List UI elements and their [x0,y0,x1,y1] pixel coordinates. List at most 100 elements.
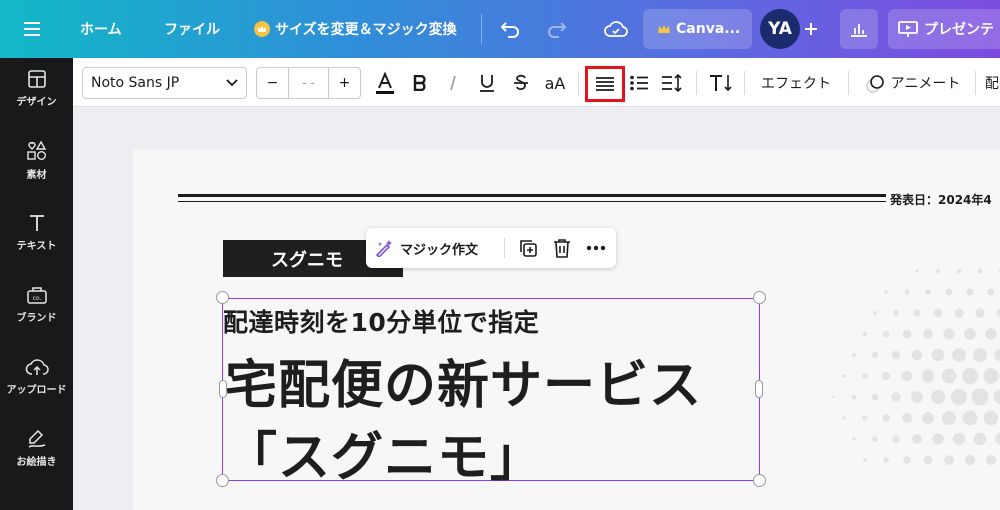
halftone-dot [964,454,976,466]
bold-button[interactable] [407,67,433,99]
increase-font-size-button[interactable]: + [328,68,360,98]
insights-button[interactable] [840,9,878,49]
font-size-stepper: − - - + [256,67,361,99]
underline-button[interactable] [474,67,500,99]
halftone-dot [902,329,912,339]
halftone-dot [971,388,989,406]
cloud-check-icon [604,21,628,37]
halftone-dot [983,368,999,384]
add-collaborator-button[interactable] [804,0,818,58]
present-button[interactable]: プレゼンテ [888,9,1000,49]
halftone-dot [933,308,943,318]
title-text-line-2: 「スグニモ」 [225,428,544,488]
halftone-dot [831,395,835,399]
resize-button[interactable]: サイズを変更＆マジック変換 [254,0,457,58]
halftone-dot [915,269,919,273]
halftone-dot [892,435,900,443]
italic-icon [450,75,456,91]
halftone-dot [872,436,878,442]
halftone-dot [842,416,846,420]
draw-icon [28,429,45,448]
sidebar-item-design[interactable]: デザイン [0,58,73,118]
halftone-dot [893,310,899,316]
strikethrough-button[interactable] [508,67,534,99]
halftone-dot [884,290,888,294]
spacing-button[interactable] [658,67,686,99]
design-icon [27,69,46,88]
canva-pro-button[interactable]: Canva... [643,9,752,49]
resize-handle-top-left[interactable] [216,291,229,304]
sidebar-item-draw[interactable]: お絵描き [0,418,73,478]
redo-button[interactable] [546,0,568,58]
divider [696,71,697,95]
font-family-dropdown[interactable]: Noto Sans JP [82,67,247,99]
header-rule [178,194,886,197]
selected-text-box[interactable]: 配達時刻を10分単位で指定 宅配便の新サービス 「スグニモ」 [222,298,760,488]
divider [481,14,482,44]
halftone-dot [903,456,911,464]
sidebar-item-brand[interactable]: co. ブランド [0,274,73,334]
halftone-dot [985,328,997,340]
resize-handle-bottom-right[interactable] [753,474,766,487]
avatar[interactable]: YA [760,9,800,49]
halftone-dot [975,308,985,318]
animate-button[interactable]: アニメート [860,67,965,99]
menu-button[interactable] [24,0,42,58]
halftone-dot [862,415,868,421]
list-button[interactable] [626,67,652,99]
divider [504,238,505,258]
more-options-button[interactable] [584,236,608,260]
sidebar-item-text[interactable]: テキスト [0,202,73,262]
halftone-dot [941,368,957,384]
duplicate-icon [520,240,537,257]
halftone-dot [932,433,944,445]
halftone-dot [961,367,979,385]
halftone-dot [852,437,856,441]
element-context-bar: マジック作文 [366,228,616,268]
divider [975,71,976,95]
halftone-dot [902,413,912,423]
halftone-dot [973,432,987,446]
halftone-dot [964,328,976,340]
upload-icon [25,358,49,375]
elements-icon [26,140,46,160]
font-size-input[interactable]: - - [289,76,328,90]
halftone-dot [986,455,996,465]
letter-case-button[interactable]: aA [540,67,570,99]
halftone-dot [987,288,995,296]
divider [744,71,745,95]
file-menu[interactable]: ファイル [164,0,220,58]
text-color-button[interactable] [371,67,399,99]
resize-handle-right[interactable] [755,380,763,398]
crown-icon [254,21,270,37]
halftone-dot [871,393,879,401]
delete-button[interactable] [550,236,574,260]
strikethrough-icon [514,74,528,90]
resize-handle-top-right[interactable] [753,291,766,304]
duplicate-button[interactable] [516,236,540,260]
text-align-button[interactable] [585,66,625,102]
magic-write-button[interactable]: マジック作文 [374,232,478,264]
effects-button[interactable]: エフェクト [756,67,836,99]
cloud-save-status[interactable] [604,0,628,58]
vertical-text-icon [710,75,732,92]
decrease-font-size-button[interactable]: − [257,68,289,98]
halftone-dot [863,458,867,462]
sidebar-item-elements[interactable]: 素材 [0,130,73,190]
home-menu[interactable]: ホーム [80,0,122,58]
magic-pen-icon [375,240,392,257]
position-button[interactable]: 配 [985,67,1000,99]
italic-button[interactable] [440,67,466,99]
halftone-dot [950,388,968,406]
resize-handle-bottom-left[interactable] [216,474,229,487]
halftone-dot [935,268,941,274]
design-page[interactable]: 発表日：2024年4 スグニモ 配達時刻を10分単位で指定 宅配便の新サービス … [133,150,1000,510]
resize-handle-left[interactable] [219,380,227,398]
sidebar-item-upload[interactable]: アップロード [0,346,73,406]
text-orientation-button[interactable] [706,67,736,99]
halftone-dot [911,349,923,361]
header-rule [178,201,886,202]
halftone-dot [842,374,846,378]
undo-button[interactable] [499,0,521,58]
divider [578,71,579,95]
